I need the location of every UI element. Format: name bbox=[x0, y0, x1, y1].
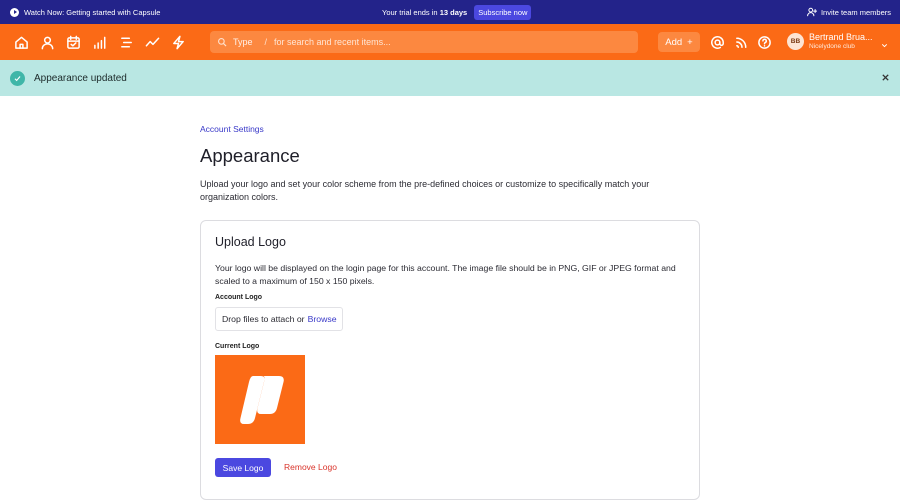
current-logo-label: Current Logo bbox=[215, 343, 260, 350]
play-icon bbox=[10, 7, 19, 17]
search-icon bbox=[218, 38, 227, 47]
current-logo-image bbox=[215, 355, 305, 444]
bar-chart-icon[interactable] bbox=[92, 34, 108, 50]
watch-now-link[interactable]: Watch Now: Getting started with Capsule bbox=[10, 7, 161, 17]
watch-now-label: Watch Now: Getting started with Capsule bbox=[24, 7, 161, 17]
drop-text: Drop files to attach or bbox=[222, 314, 305, 324]
upload-logo-card: Upload Logo Your logo will be displayed … bbox=[200, 220, 700, 500]
browse-link[interactable]: Browse bbox=[308, 314, 337, 324]
invite-label: Invite team members bbox=[820, 7, 891, 17]
check-icon bbox=[10, 70, 25, 86]
user-menu[interactable]: Bertrand Brua... Nicelydone club bbox=[809, 32, 873, 51]
alert-message: Appearance updated bbox=[34, 72, 127, 84]
help-icon[interactable] bbox=[756, 34, 772, 50]
bolt-icon[interactable] bbox=[170, 34, 186, 50]
main-navbar: Type / for search and recent items... Ad… bbox=[0, 24, 900, 60]
invite-team-button[interactable]: Invite team members bbox=[807, 0, 891, 24]
add-person-icon bbox=[807, 7, 817, 17]
page-title: Appearance bbox=[200, 145, 300, 166]
card-description: Your logo will be displayed on the login… bbox=[215, 263, 676, 286]
save-logo-button[interactable]: Save Logo bbox=[215, 458, 271, 477]
subscribe-button[interactable]: Subscribe now bbox=[474, 4, 532, 20]
add-label: Add bbox=[665, 36, 683, 48]
search-type-label: Type bbox=[233, 37, 253, 47]
search-placeholder: for search and recent items... bbox=[274, 37, 391, 47]
calendar-icon[interactable] bbox=[65, 34, 81, 50]
trial-notice: Your trial ends in 13 days Subscribe now bbox=[382, 0, 532, 24]
global-search[interactable]: Type / for search and recent items... bbox=[210, 31, 638, 53]
user-name: Bertrand Brua... bbox=[809, 32, 873, 42]
logo-dropzone[interactable]: Drop files to attach or Browse bbox=[215, 307, 343, 331]
trial-prefix: Your trial ends in bbox=[382, 7, 438, 17]
at-mention-icon[interactable] bbox=[709, 34, 725, 50]
account-logo-label: Account Logo bbox=[215, 294, 263, 301]
trial-text: Your trial ends in 13 days bbox=[382, 8, 467, 17]
feed-icon[interactable] bbox=[733, 34, 749, 50]
avatar[interactable]: BB bbox=[787, 33, 804, 50]
close-icon[interactable] bbox=[881, 73, 890, 82]
plus-icon: + bbox=[687, 36, 693, 48]
page-header: Account Settings Appearance Upload your … bbox=[200, 124, 700, 204]
announcement-bar: Watch Now: Getting started with Capsule … bbox=[0, 0, 900, 24]
home-icon[interactable] bbox=[13, 34, 29, 50]
card-title: Upload Logo bbox=[215, 235, 286, 249]
trend-icon[interactable] bbox=[144, 34, 160, 50]
person-icon[interactable] bbox=[39, 34, 55, 50]
search-shortcut: / bbox=[264, 37, 268, 47]
success-alert: Appearance updated bbox=[0, 60, 900, 96]
remove-logo-button[interactable]: Remove Logo bbox=[284, 462, 337, 472]
page-description: Upload your logo and set your color sche… bbox=[200, 179, 650, 202]
trial-days: 13 days bbox=[439, 7, 468, 17]
user-org: Nicelydone club bbox=[809, 43, 855, 50]
breadcrumb[interactable]: Account Settings bbox=[200, 124, 700, 134]
add-button[interactable]: Add + bbox=[658, 32, 700, 52]
chevron-down-icon[interactable] bbox=[880, 37, 889, 55]
list-icon[interactable] bbox=[118, 34, 134, 50]
capsule-logo-icon bbox=[240, 375, 284, 424]
